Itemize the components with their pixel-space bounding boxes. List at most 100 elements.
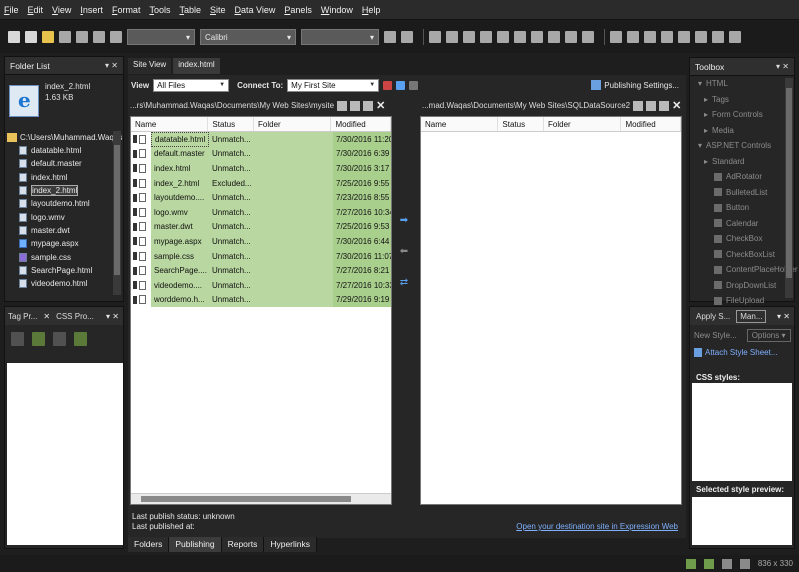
table-row[interactable]: index_2.html Excluded... 7/25/2016 9:55 P xyxy=(131,175,391,191)
align-left-icon[interactable] xyxy=(480,31,492,43)
table-row[interactable]: datatable.html Unmatch... 7/30/2016 11:20 xyxy=(131,132,391,147)
folder-scrollbar[interactable] xyxy=(113,131,121,295)
toolbox-item[interactable]: Calendar xyxy=(690,216,794,232)
stop-icon[interactable] xyxy=(409,80,419,90)
folder-up-icon[interactable] xyxy=(337,100,348,111)
toolbox-item[interactable]: CheckBoxList xyxy=(690,247,794,263)
doctype-icon[interactable] xyxy=(721,558,732,569)
toolbox-item[interactable]: BulletedList xyxy=(690,185,794,201)
outdent-icon[interactable] xyxy=(565,31,577,43)
style-dropdown[interactable]: ▾ xyxy=(127,29,195,45)
camera-icon[interactable] xyxy=(712,31,724,43)
globe-icon[interactable] xyxy=(729,31,741,43)
column-folder[interactable]: Folder xyxy=(254,117,332,131)
column-modified[interactable]: Modified xyxy=(621,117,681,131)
new-style-button[interactable]: New Style... xyxy=(694,331,737,340)
page-size-readout[interactable]: 836 x 330 xyxy=(758,559,793,568)
publish-icon[interactable] xyxy=(110,31,122,43)
file-item-selected[interactable]: index_2.html xyxy=(7,184,121,197)
panel-pin-close-icon[interactable]: ▾ ✕ xyxy=(106,312,123,321)
italic-icon[interactable] xyxy=(446,31,458,43)
menu-view[interactable]: View xyxy=(52,5,71,15)
toolbox-item[interactable]: ▸ Media xyxy=(690,123,794,139)
file-item[interactable]: videodemo.html xyxy=(7,277,121,290)
file-item[interactable]: layoutdemo.html xyxy=(7,197,121,210)
file-item[interactable]: index.html xyxy=(7,171,121,184)
tab-publishing[interactable]: Publishing xyxy=(169,537,222,552)
folder-up-icon[interactable] xyxy=(633,100,644,111)
panel-pin-close-icon[interactable]: ▾ ✕ xyxy=(776,62,789,71)
menu-edit[interactable]: Edit xyxy=(28,5,44,15)
table-row[interactable]: layoutdemo.... Unmatch... 7/23/2016 8:55 P xyxy=(131,190,391,205)
align-right-icon[interactable] xyxy=(514,31,526,43)
tab-hyperlinks[interactable]: Hyperlinks xyxy=(264,537,318,552)
file-item[interactable]: datatable.html xyxy=(7,144,121,157)
categorize-icon[interactable] xyxy=(11,332,24,346)
menu-data-view[interactable]: Data View xyxy=(235,5,276,15)
folder-root[interactable]: C:\Users\Muhammad.Waqas xyxy=(7,133,122,142)
download-arrow-icon[interactable]: ⬅ xyxy=(400,246,408,257)
panel-pin-close-icon[interactable]: ▾ ✕ xyxy=(777,312,794,321)
tab-folders[interactable]: Folders xyxy=(128,537,170,552)
column-folder[interactable]: Folder xyxy=(544,117,622,131)
table-row[interactable]: default.master Unmatch... 7/30/2016 6:39 P xyxy=(131,146,391,162)
toolbox-item[interactable]: ContentPlaceHolder xyxy=(690,262,798,278)
upload-arrow-icon[interactable]: ➡ xyxy=(400,215,408,226)
scroll-thumb[interactable] xyxy=(786,88,792,278)
publishing-settings-button[interactable]: Publishing Settings... xyxy=(591,80,683,90)
file-item[interactable]: sample.css xyxy=(7,250,121,263)
border-icon[interactable] xyxy=(610,31,622,43)
menu-table[interactable]: Table xyxy=(179,5,201,15)
attach-style-sheet-link[interactable]: Attach Style Sheet... xyxy=(690,345,794,359)
tab-tag-properties[interactable]: Tag Pr... xyxy=(8,312,37,321)
redo-icon[interactable] xyxy=(401,31,413,43)
bold-icon[interactable] xyxy=(429,31,441,43)
save-icon[interactable] xyxy=(59,31,71,43)
new-file-icon[interactable] xyxy=(646,100,657,111)
layers-icon[interactable] xyxy=(661,31,673,43)
events-icon[interactable] xyxy=(74,332,87,346)
style-application-icon[interactable] xyxy=(703,558,714,569)
toolbox-item[interactable]: CheckBox xyxy=(690,231,794,247)
table-row[interactable]: index.html Unmatch... 7/30/2016 3:17 P xyxy=(131,161,391,176)
open-icon[interactable] xyxy=(25,31,37,43)
table-row[interactable]: master.dwt Unmatch... 7/25/2016 9:53 P xyxy=(131,219,391,235)
toolbox-item[interactable]: ▾ HTML xyxy=(690,76,794,92)
tab-index-html[interactable]: index.html xyxy=(173,58,220,74)
file-item[interactable]: logo.wmv xyxy=(7,210,121,223)
scroll-thumb[interactable] xyxy=(141,496,351,502)
column-modified[interactable]: Modified xyxy=(331,117,391,131)
file-item[interactable]: master.dwt xyxy=(7,224,121,237)
new-folder-icon[interactable] xyxy=(659,100,670,111)
scroll-thumb[interactable] xyxy=(114,145,120,275)
column-status[interactable]: Status xyxy=(498,117,545,131)
table-row[interactable]: logo.wmv Unmatch... 7/27/2016 10:34 xyxy=(131,204,391,220)
sort-icon[interactable] xyxy=(32,332,45,346)
file-item[interactable]: mypage.aspx xyxy=(7,237,121,250)
numbered-list-icon[interactable] xyxy=(531,31,543,43)
menu-file[interactable]: File xyxy=(4,5,19,15)
toolbox-item[interactable]: ▸ Tags xyxy=(690,92,794,108)
visual-aids-icon[interactable] xyxy=(685,558,696,569)
toolbox-item[interactable]: DropDownList xyxy=(690,278,794,294)
options-dropdown[interactable]: Options ▾ xyxy=(746,328,791,342)
folder-icon[interactable] xyxy=(42,31,54,43)
menu-format[interactable]: Format xyxy=(112,5,141,15)
show-set-icon[interactable] xyxy=(53,332,66,346)
close-icon[interactable]: ✕ xyxy=(43,312,50,321)
refresh-icon[interactable] xyxy=(396,80,406,90)
grid-icon[interactable] xyxy=(695,31,707,43)
font-color-icon[interactable] xyxy=(644,31,656,43)
toolbox-item[interactable]: ▸ Standard xyxy=(690,154,794,170)
font-dropdown[interactable]: Calibri ▾ xyxy=(200,29,296,45)
table-icon[interactable] xyxy=(678,31,690,43)
local-hscrollbar[interactable] xyxy=(131,493,391,504)
toolbox-item[interactable]: ▾ ASP.NET Controls xyxy=(690,138,794,154)
tab-manage-styles[interactable]: Man... xyxy=(736,309,767,323)
menu-site[interactable]: Site xyxy=(210,5,226,15)
new-folder-icon[interactable] xyxy=(363,100,374,111)
panel-pin-close-icon[interactable]: ▾ ✕ xyxy=(105,61,118,70)
table-row[interactable]: worddemo.h... Unmatch... 7/29/2016 9:19 A xyxy=(131,292,391,308)
table-row[interactable]: sample.css Unmatch... 7/30/2016 11:07 xyxy=(131,248,391,264)
undo-icon[interactable] xyxy=(384,31,396,43)
